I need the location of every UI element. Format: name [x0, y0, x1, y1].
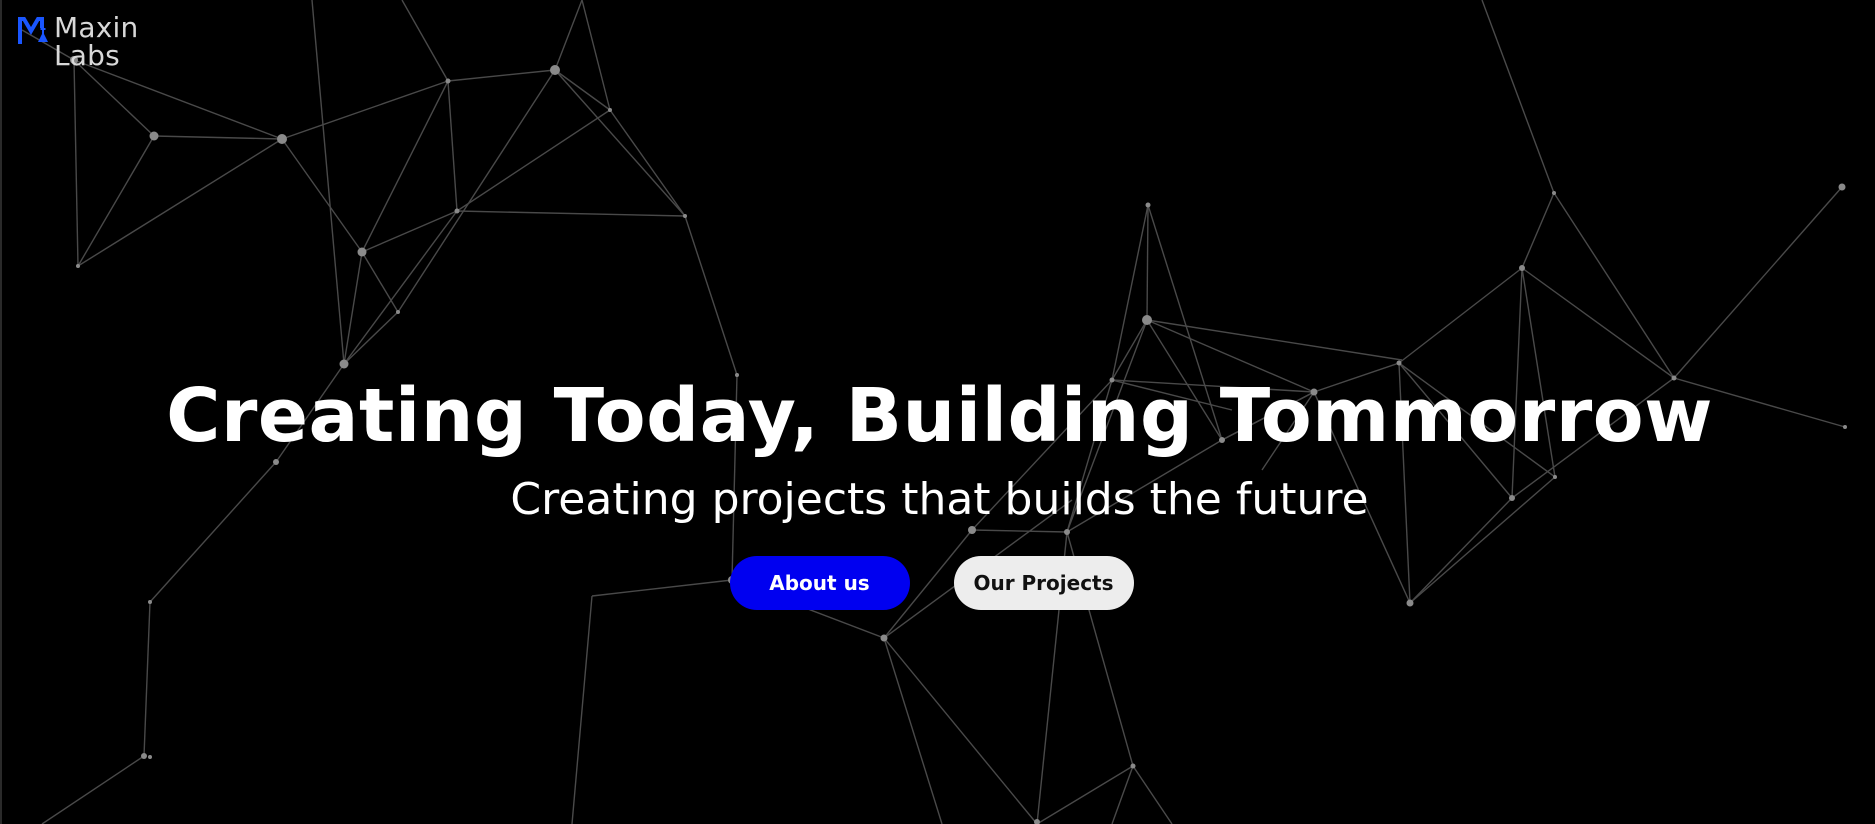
landing-page: Maxin Labs Creating Today, Building Tomm… [0, 0, 1875, 824]
brand-name-line2: Labs [54, 39, 120, 72]
m-flask-logo-icon [18, 17, 48, 44]
brand-name-line1: Maxin [54, 11, 139, 44]
hero-actions: About us Our Projects [2, 556, 1875, 610]
our-projects-button[interactable]: Our Projects [953, 556, 1134, 610]
hero-subheadline: Creating projects that builds the future [510, 474, 1369, 525]
brand-name: Maxin Labs [54, 14, 138, 70]
hero-headline: Creating Today, Building Tommorrow [166, 373, 1713, 459]
brand-logo[interactable]: Maxin Labs [18, 14, 138, 70]
about-us-button[interactable]: About us [729, 556, 910, 610]
